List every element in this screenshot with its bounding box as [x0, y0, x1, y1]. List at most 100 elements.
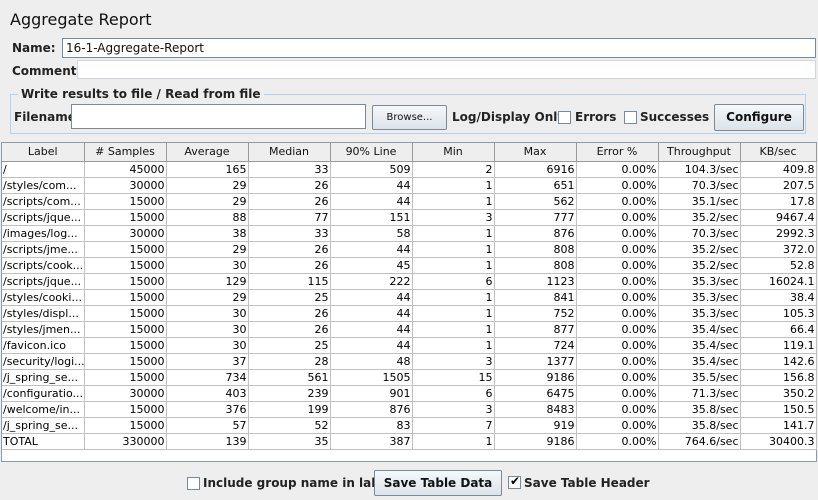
table-cell: 3: [412, 401, 495, 418]
table-cell: /j_spring_se...: [2, 369, 85, 386]
table-cell: 876: [494, 225, 577, 242]
table-cell: 8483: [494, 401, 577, 418]
table-cell: 15000: [84, 241, 167, 258]
column-header[interactable]: Label: [2, 143, 85, 162]
comments-input[interactable]: [77, 60, 816, 79]
table-cell: 70.3/sec: [658, 177, 741, 194]
table-row[interactable]: /styles/displ... 15000 30 26 44 1 752 0.00% 35.3…: [2, 305, 817, 322]
save-table-header-checkbox[interactable]: ✔: [508, 474, 521, 489]
table-cell: 808: [494, 241, 577, 258]
table-row[interactable]: /scripts/cook... 15000 30 26 45 1 808 0.00% 35.2…: [2, 257, 817, 274]
table-cell: /scripts/jque...: [2, 273, 85, 290]
table-cell: 9467.4: [740, 209, 817, 226]
table-cell: 0.00%: [576, 177, 659, 194]
table-cell: 15000: [84, 257, 167, 274]
table-cell: 139: [166, 433, 249, 450]
table-cell: 2: [412, 161, 495, 178]
table-cell: 6475: [494, 385, 577, 402]
table-cell: 724: [494, 337, 577, 354]
table-cell: 15000: [84, 337, 167, 354]
table-cell: 33: [248, 225, 331, 242]
column-header[interactable]: Max: [494, 143, 577, 162]
table-cell: /configuratio...: [2, 385, 85, 402]
table-cell: 17.8: [740, 193, 817, 210]
table-row[interactable]: /configuratio... 30000 403 239 901 6 6475 0.00%…: [2, 385, 817, 402]
include-group-checkbox[interactable]: [187, 477, 200, 490]
column-header[interactable]: # Samples: [84, 143, 167, 162]
table-header-row: Label # Samples Average Median 90% Line Min Ma…: [2, 143, 817, 162]
column-header[interactable]: Min: [412, 143, 495, 162]
table-cell: 35.8/sec: [658, 417, 741, 434]
table-row[interactable]: /images/log... 30000 38 33 58 1 876 0.00% 70.3/s…: [2, 225, 817, 242]
table-row[interactable]: /scripts/com... 15000 29 26 44 1 562 0.00% 35.1/…: [2, 193, 817, 210]
table-cell: 35.4/sec: [658, 337, 741, 354]
table-row[interactable]: /scripts/jque... 15000 88 77 151 3 777 0.00% 35.…: [2, 209, 817, 226]
include-group-label: Include group name in label?: [203, 476, 400, 490]
column-header[interactable]: KB/sec: [740, 143, 817, 162]
name-row: Name: 16-1-Aggregate-Report: [10, 38, 816, 58]
table-cell: 6916: [494, 161, 577, 178]
table-row[interactable]: /j_spring_se... 15000 734 561 1505 15 9186 0.00…: [2, 369, 817, 386]
table-cell: 26: [248, 305, 331, 322]
table-cell: 44: [330, 321, 413, 338]
table-cell: 403: [166, 385, 249, 402]
table-row[interactable]: /security/logi... 15000 37 28 48 3 1377 0.00% 35…: [2, 353, 817, 370]
table-cell: 841: [494, 289, 577, 306]
filename-input[interactable]: [71, 104, 366, 129]
table-cell: 15000: [84, 321, 167, 338]
table-cell: 387: [330, 433, 413, 450]
configure-button[interactable]: Configure: [714, 104, 804, 131]
errors-checkbox[interactable]: [558, 111, 571, 124]
table-cell: 30: [166, 257, 249, 274]
table-cell: 15000: [84, 193, 167, 210]
table-cell: 71.3/sec: [658, 385, 741, 402]
table-row[interactable]: /styles/jmen... 15000 30 26 44 1 877 0.00% 35.4/…: [2, 321, 817, 338]
table-row[interactable]: /styles/cooki... 15000 29 25 44 1 841 0.00% 35.3…: [2, 289, 817, 306]
table-cell: 25: [248, 289, 331, 306]
table-row[interactable]: TOTAL 330000 139 35 387 1 9186 0.00% 764.6/sec 30…: [2, 433, 817, 450]
column-header[interactable]: Median: [248, 143, 331, 162]
table-cell: 2992.3: [740, 225, 817, 242]
errors-label: Errors: [575, 110, 617, 124]
table-row[interactable]: /welcome/in... 15000 376 199 876 3 8483 0.00% 35…: [2, 401, 817, 418]
table-cell: 1: [412, 193, 495, 210]
table-cell: 52.8: [740, 257, 817, 274]
table-cell: 57: [166, 417, 249, 434]
successes-checkbox[interactable]: [624, 111, 637, 124]
table-cell: /styles/cooki...: [2, 289, 85, 306]
table-cell: 1: [412, 337, 495, 354]
table-cell: 26: [248, 177, 331, 194]
table-cell: 901: [330, 385, 413, 402]
column-header[interactable]: Average: [166, 143, 249, 162]
table-cell: 0.00%: [576, 193, 659, 210]
save-table-data-button[interactable]: Save Table Data: [374, 470, 502, 496]
table-cell: 1505: [330, 369, 413, 386]
aggregate-table[interactable]: Label # Samples Average Median 90% Line Min Ma…: [1, 142, 817, 462]
column-header[interactable]: 90% Line: [330, 143, 413, 162]
table-cell: 30: [166, 321, 249, 338]
table-cell: 562: [494, 193, 577, 210]
table-row[interactable]: /j_spring_se... 15000 57 52 83 7 919 0.00% 35.8/…: [2, 417, 817, 434]
browse-button[interactable]: Browse...: [372, 105, 447, 130]
table-row[interactable]: /styles/com... 30000 29 26 44 1 651 0.00% 70.3/s…: [2, 177, 817, 194]
table-row[interactable]: /45000 165 33 509 2 6916 0.00% 104.3/sec 409.8: [2, 161, 817, 178]
table-cell: 142.6: [740, 353, 817, 370]
table-cell: /favicon.ico: [2, 337, 85, 354]
table-cell: 88: [166, 209, 249, 226]
name-input[interactable]: 16-1-Aggregate-Report: [62, 38, 816, 58]
table-cell: 3: [412, 209, 495, 226]
table-cell: /scripts/com...: [2, 193, 85, 210]
column-header[interactable]: Throughput: [658, 143, 741, 162]
table-cell: 0.00%: [576, 401, 659, 418]
table-cell: 0.00%: [576, 209, 659, 226]
table-row[interactable]: /favicon.ico 15000 30 25 44 1 724 0.00% 35.4/sec…: [2, 337, 817, 354]
table-cell: 0.00%: [576, 257, 659, 274]
table-cell: 141.7: [740, 417, 817, 434]
column-header[interactable]: Error %: [576, 143, 659, 162]
table-row[interactable]: /scripts/jme... 15000 29 26 44 1 808 0.00% 35.2/…: [2, 241, 817, 258]
comments-row: Comments:: [10, 60, 816, 80]
table-row[interactable]: /scripts/jque... 15000 129 115 222 6 1123 0.00%…: [2, 273, 817, 290]
table-cell: 222: [330, 273, 413, 290]
table-cell: 0.00%: [576, 385, 659, 402]
table-cell: 44: [330, 177, 413, 194]
